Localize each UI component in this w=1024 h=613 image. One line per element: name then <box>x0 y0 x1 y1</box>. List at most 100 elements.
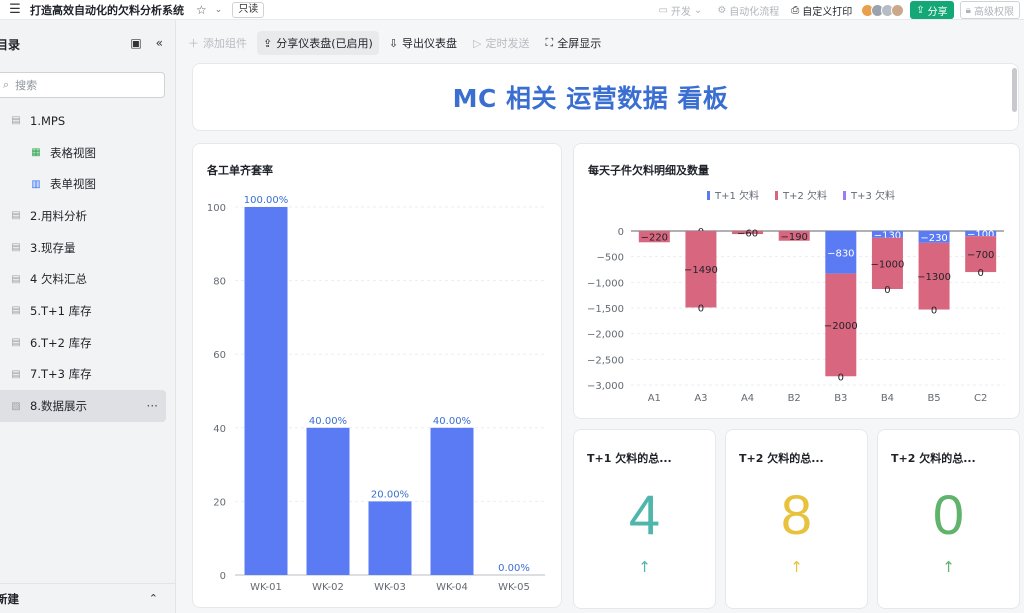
doc-icon: ▤ <box>11 210 21 222</box>
chevron-up-icon[interactable]: ⌃ <box>149 592 158 605</box>
doc-icon: ▤ <box>11 305 21 317</box>
readonly-badge: 只读 <box>232 1 265 18</box>
develop-label: 开发 <box>670 6 691 18</box>
bar <box>430 427 474 575</box>
lock-icon: 🔒︎ <box>965 4 971 16</box>
kpi-card-t1: T+1 欠料的总... 4 ↑ <box>573 429 716 609</box>
sidebar-item-data-display[interactable]: ▧ 8.数据展示 ··· <box>0 390 166 422</box>
robot-icon: ⚙ <box>717 4 727 16</box>
legend-swatch <box>775 191 778 200</box>
x-tick-label: WK-05 <box>498 582 530 593</box>
doc-icon: ▤ <box>11 337 21 349</box>
export-dashboard-button[interactable]: ⇩ 导出仪表盘 <box>383 31 463 55</box>
chevron-down-icon[interactable]: ⌄ <box>215 5 223 15</box>
share-icon: ⇪ <box>263 36 273 50</box>
sidebar-item-t2-stock[interactable]: ▤ 6.T+2 库存 <box>0 327 176 359</box>
sidebar-item-t3-stock[interactable]: ▤ 7.T+3 库存 <box>0 359 176 391</box>
kpi-card-t2: T+2 欠料的总... 8 ↑ <box>725 429 868 609</box>
sidebar-item-label: 6.T+2 库存 <box>30 335 92 350</box>
automation-button[interactable]: ⚙ 自动化流程 <box>717 3 779 18</box>
sidebar-item-label: 2.用料分析 <box>30 208 87 223</box>
document-title: 打造高效自动化的欠料分析系统 <box>30 3 184 17</box>
y-tick-label: 20 <box>213 497 226 508</box>
x-tick-label: B5 <box>927 393 940 404</box>
star-icon[interactable]: ☆ <box>196 3 207 17</box>
share-dashboard-button[interactable]: ⇪ 分享仪表盘(已启用) <box>257 31 379 55</box>
sidebar-item-label: 7.T+3 库存 <box>30 367 92 382</box>
data-label: −1300 <box>917 272 951 283</box>
custom-print-button[interactable]: ⎙ 自定义打印 <box>791 3 852 18</box>
collapse-icon[interactable]: « <box>156 36 163 50</box>
hamburger-icon[interactable]: ☰ <box>0 2 30 17</box>
automation-label: 自动化流程 <box>729 6 780 18</box>
collaborator-avatars[interactable] <box>861 3 905 17</box>
data-label: 0 <box>698 303 704 314</box>
kpi-title: T+1 欠料的总... <box>587 452 672 465</box>
data-label: −1000 <box>871 259 905 270</box>
add-component-button[interactable]: ＋ 添加组件 <box>182 31 253 55</box>
x-tick-label: A4 <box>741 393 754 404</box>
sidebar-item-stock[interactable]: ▤ 3.现存量 <box>0 232 176 264</box>
data-label: −220 <box>641 233 668 244</box>
sidebar-item-form-view[interactable]: ▥ 表单视图 <box>0 168 176 200</box>
legend-label: T+3 欠料 <box>850 189 895 202</box>
sidebar-footer[interactable]: 新建 ⌃ <box>0 583 176 613</box>
y-tick-label: −500 <box>597 253 624 264</box>
sidebar-item-material-analysis[interactable]: ▤ 2.用料分析 <box>0 200 176 232</box>
data-label: −700 <box>967 250 994 261</box>
dashboard-title: MC 相关 运营数据 看板 <box>452 84 729 113</box>
sidebar-item-grid-view[interactable]: ▦ 表格视图 <box>0 137 176 169</box>
kpi-value: 8 <box>780 483 813 546</box>
avatar <box>891 3 905 17</box>
fullscreen-label: 全屏显示 <box>557 37 602 50</box>
bar <box>244 207 288 575</box>
shortage-detail-chart-card: 每天子件欠料明细及数量 T+1 欠料 T+2 欠料 T+3 欠料 0 −500 −1,00… <box>573 143 1020 419</box>
data-label: 100.00% <box>244 195 289 206</box>
doc-icon: ▤ <box>11 368 21 380</box>
kitting-rate-chart: 0 20 40 60 80 100 100.00% WK-01 40.00% WK-02 20.00… <box>207 195 545 593</box>
printer-icon: ⎙ <box>791 4 800 16</box>
x-tick-label: WK-04 <box>436 582 468 593</box>
legend-label: T+1 欠料 <box>714 189 759 202</box>
bar <box>306 427 350 575</box>
scrollbar[interactable] <box>1012 68 1017 112</box>
fullscreen-button[interactable]: ⛶ 全屏显示 <box>540 31 608 55</box>
y-tick-label: −2,500 <box>587 355 624 366</box>
share-icon: ⇪ <box>916 4 925 16</box>
data-label: −830 <box>827 248 854 259</box>
data-label: −230 <box>920 233 947 244</box>
develop-menu[interactable]: ▭ 开发 ⌄ <box>658 3 705 18</box>
doc-icon: ▤ <box>11 242 21 254</box>
layout-icon[interactable]: ▣ <box>130 36 141 50</box>
scheduled-send-button[interactable]: ▷ 定时发送 <box>467 31 535 55</box>
doc-icon: ▤ <box>11 115 21 127</box>
sidebar-nav: ▤ 1.MPS ▦ 表格视图 ▥ 表单视图 ▤ 2.用料分析 ▤ 3.现存量 ▤ 4 欠料汇… <box>0 105 176 422</box>
form-icon: ▥ <box>31 178 41 190</box>
legend-label: T+2 欠料 <box>782 189 827 202</box>
x-tick-label: WK-01 <box>250 582 282 593</box>
x-tick-label: B2 <box>788 393 801 404</box>
new-label: 新建 <box>0 591 19 606</box>
advanced-permission-button[interactable]: 🔒︎ 高级权限 <box>959 1 1020 19</box>
sidebar-item-label: 4 欠料汇总 <box>30 272 87 287</box>
data-label: 0 <box>884 285 890 296</box>
share-button[interactable]: ⇪ 分享 <box>910 1 954 19</box>
sidebar-item-shortage-summary[interactable]: ▤ 4 欠料汇总 <box>0 263 176 295</box>
sidebar-item-t1-stock[interactable]: ▤ 5.T+1 库存 <box>0 295 176 327</box>
data-label: −60 <box>737 229 758 240</box>
data-label: 20.00% <box>371 489 409 500</box>
doc-icon: ▤ <box>11 273 21 285</box>
arrow-up-icon: ↑ <box>790 558 803 576</box>
more-icon[interactable]: ··· <box>147 399 158 413</box>
top-bar-actions: ▭ 开发 ⌄ ⚙ 自动化流程 ⎙ 自定义打印 ⇪ 分享 🔒︎ 高级权限 <box>646 0 1024 20</box>
sidebar-item-mps[interactable]: ▤ 1.MPS <box>0 105 176 137</box>
search-placeholder: 搜索 <box>15 79 38 92</box>
export-dashboard-label: 导出仪表盘 <box>402 37 458 50</box>
kitting-rate-chart-card: 各工单齐套率 0 20 40 60 80 100 100.00% WK-01 40.00% WK-… <box>192 143 562 608</box>
dashboard-title-card: MC 相关 运营数据 看板 <box>192 63 1019 131</box>
search-input[interactable]: ⌕ 搜索 <box>0 72 165 98</box>
shortage-detail-chart: T+1 欠料 T+2 欠料 T+3 欠料 0 −500 −1,000 −1,500 −2,00… <box>587 189 1004 404</box>
y-tick-label: 0 <box>618 227 624 238</box>
send-icon: ▷ <box>473 36 482 50</box>
y-tick-label: 100 <box>207 203 226 214</box>
